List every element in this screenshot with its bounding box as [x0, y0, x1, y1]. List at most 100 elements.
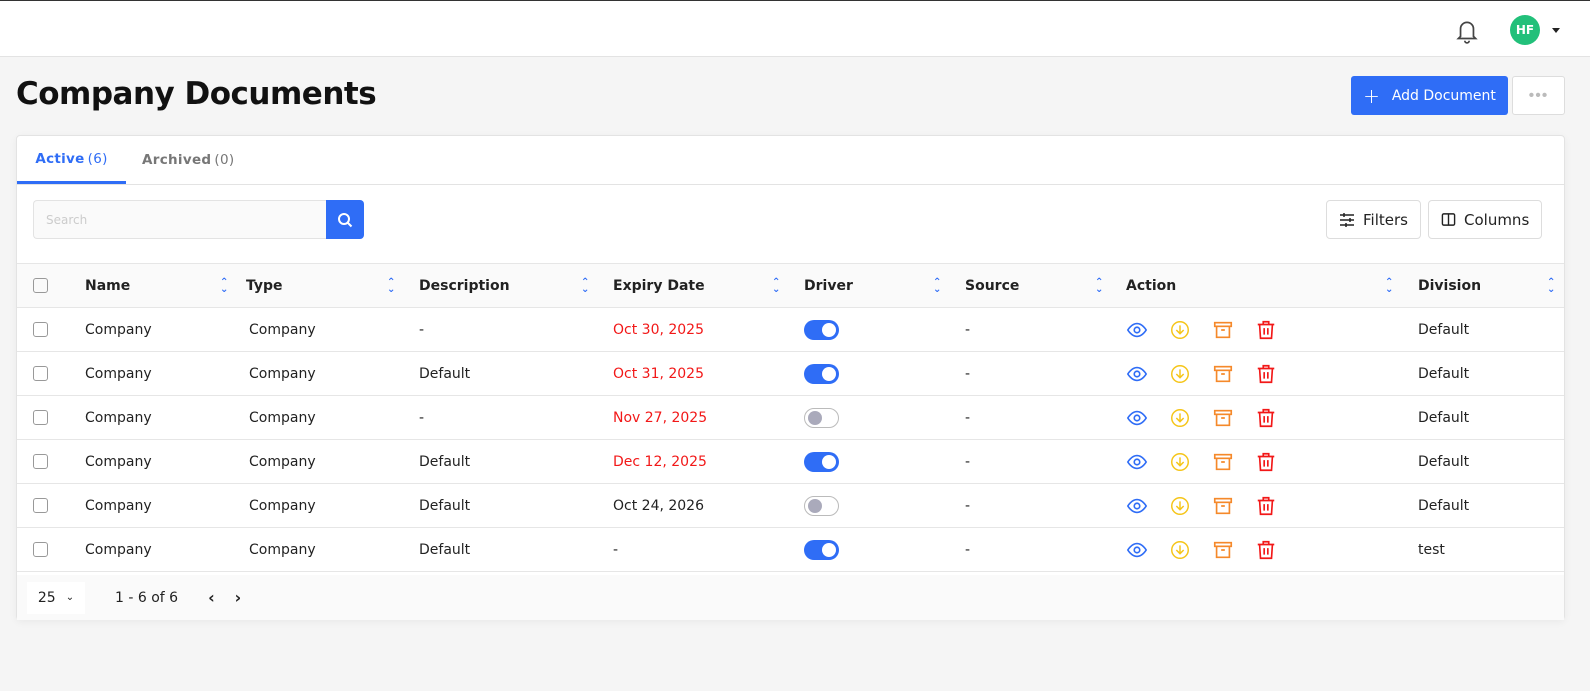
column-header[interactable]: Expiry Date ⌃ ⌄ [613, 263, 804, 308]
page-title: Company Documents [16, 76, 377, 112]
sort-icon[interactable]: ⌃ ⌄ [933, 278, 941, 295]
source-cell: - [965, 527, 1126, 572]
trash-icon[interactable] [1255, 495, 1277, 517]
table-row[interactable]: Company Company Default Oct 31, 2025 - D… [17, 351, 1564, 396]
eye-icon[interactable] [1126, 495, 1148, 517]
row-checkbox[interactable] [33, 542, 48, 557]
select-all-checkbox[interactable] [33, 278, 48, 293]
type-cell: Company [246, 395, 419, 440]
documents-table: Name ⌃ ⌄ Type ⌃ ⌄ Description ⌃ ⌄ Expiry Date ⌃… [17, 263, 1564, 572]
search-icon [338, 212, 353, 227]
next-page-button[interactable]: › [235, 588, 242, 607]
archive-icon[interactable] [1212, 407, 1234, 429]
driver-toggle[interactable] [804, 319, 839, 340]
expiry-cell: Nov 27, 2025 [613, 395, 804, 440]
page-range: 1 - 6 of 6 [115, 589, 179, 606]
download-icon[interactable] [1169, 407, 1191, 429]
sort-icon[interactable]: ⌃ ⌄ [581, 278, 589, 295]
table-row[interactable]: Company Company - Nov 27, 2025 - Default [17, 395, 1564, 440]
columns-label: Columns [1464, 210, 1530, 229]
source-cell: - [965, 483, 1126, 528]
download-icon[interactable] [1169, 319, 1191, 341]
archive-icon[interactable] [1212, 495, 1234, 517]
sort-icon[interactable]: ⌃ ⌄ [1095, 278, 1103, 295]
type-cell: Company [246, 483, 419, 528]
trash-icon[interactable] [1255, 407, 1277, 429]
trash-icon[interactable] [1255, 363, 1277, 385]
trash-icon[interactable] [1255, 319, 1277, 341]
sort-icon[interactable]: ⌃ ⌄ [772, 278, 780, 295]
table-row[interactable]: Company Company Default Oct 24, 2026 - D… [17, 483, 1564, 528]
per-page-select[interactable]: 25 ⌄ [27, 581, 85, 614]
name-cell: Company [85, 483, 246, 528]
driver-toggle[interactable] [804, 363, 839, 384]
column-header[interactable]: Type ⌃ ⌄ [246, 263, 419, 308]
column-header[interactable]: Source ⌃ ⌄ [965, 263, 1126, 308]
sort-icon[interactable]: ⌃ ⌄ [1547, 278, 1555, 295]
eye-icon[interactable] [1126, 363, 1148, 385]
avatar[interactable]: HF [1510, 15, 1540, 45]
table-header-row: Name ⌃ ⌄ Type ⌃ ⌄ Description ⌃ ⌄ Expiry Date ⌃… [17, 263, 1564, 308]
search-button[interactable] [326, 200, 364, 239]
driver-toggle[interactable] [804, 495, 839, 516]
tab-count: (0) [214, 152, 235, 168]
download-icon[interactable] [1169, 539, 1191, 561]
archive-icon[interactable] [1212, 319, 1234, 341]
sort-icon[interactable]: ⌃ ⌄ [220, 278, 228, 295]
sort-icon[interactable]: ⌃ ⌄ [387, 278, 395, 295]
description-cell: Default [419, 351, 613, 396]
archive-icon[interactable] [1212, 539, 1234, 561]
tab-archived[interactable]: Archived (0) [142, 136, 234, 184]
table-row[interactable]: Company Company Default - - test [17, 527, 1564, 572]
prev-page-button[interactable]: ‹ [208, 588, 215, 607]
tab-active[interactable]: Active (6) [17, 136, 126, 184]
archive-icon[interactable] [1212, 363, 1234, 385]
sort-icon[interactable]: ⌃ ⌄ [1385, 278, 1393, 295]
pagination-bar: 25 ⌄ 1 - 6 of 6 ‹ › [17, 575, 1564, 620]
filters-button[interactable]: Filters [1326, 200, 1421, 239]
row-checkbox[interactable] [33, 366, 48, 381]
trash-icon[interactable] [1255, 539, 1277, 561]
description-cell: - [419, 395, 613, 440]
row-checkbox[interactable] [33, 410, 48, 425]
row-checkbox[interactable] [33, 454, 48, 469]
sliders-icon [1340, 212, 1354, 227]
driver-toggle[interactable] [804, 407, 839, 428]
column-header[interactable]: Action ⌃ ⌄ [1126, 263, 1418, 308]
column-header[interactable]: Driver ⌃ ⌄ [804, 263, 965, 308]
more-options-button[interactable]: ••• [1512, 76, 1565, 115]
eye-icon[interactable] [1126, 451, 1148, 473]
add-document-button[interactable]: + Add Document [1351, 76, 1508, 115]
name-cell: Company [85, 527, 246, 572]
division-cell: test [1418, 527, 1564, 572]
column-header[interactable]: Description ⌃ ⌄ [419, 263, 613, 308]
description-cell: - [419, 307, 613, 352]
expiry-cell: Oct 24, 2026 [613, 483, 804, 528]
archive-icon[interactable] [1212, 451, 1234, 473]
tab-label: Active [35, 150, 85, 167]
eye-icon[interactable] [1126, 319, 1148, 341]
trash-icon[interactable] [1255, 451, 1277, 473]
type-cell: Company [246, 351, 419, 396]
eye-icon[interactable] [1126, 407, 1148, 429]
search-input[interactable] [33, 200, 327, 239]
row-checkbox[interactable] [33, 498, 48, 513]
row-checkbox[interactable] [33, 322, 48, 337]
table-row[interactable]: Company Company Default Dec 12, 2025 - D… [17, 439, 1564, 484]
download-icon[interactable] [1169, 495, 1191, 517]
bell-icon[interactable] [1454, 17, 1480, 45]
name-cell: Company [85, 351, 246, 396]
columns-button[interactable]: Columns [1428, 200, 1543, 239]
download-icon[interactable] [1169, 363, 1191, 385]
driver-toggle[interactable] [804, 451, 839, 472]
column-header[interactable]: Division ⌃ ⌄ [1418, 263, 1564, 308]
chevron-down-icon[interactable] [1552, 28, 1560, 33]
type-cell: Company [246, 527, 419, 572]
eye-icon[interactable] [1126, 539, 1148, 561]
download-icon[interactable] [1169, 451, 1191, 473]
driver-toggle[interactable] [804, 539, 839, 560]
table-row[interactable]: Company Company - Oct 30, 2025 - Default [17, 307, 1564, 352]
name-cell: Company [85, 395, 246, 440]
column-header[interactable]: Name ⌃ ⌄ [85, 263, 246, 308]
plus-icon: + [1363, 83, 1380, 108]
